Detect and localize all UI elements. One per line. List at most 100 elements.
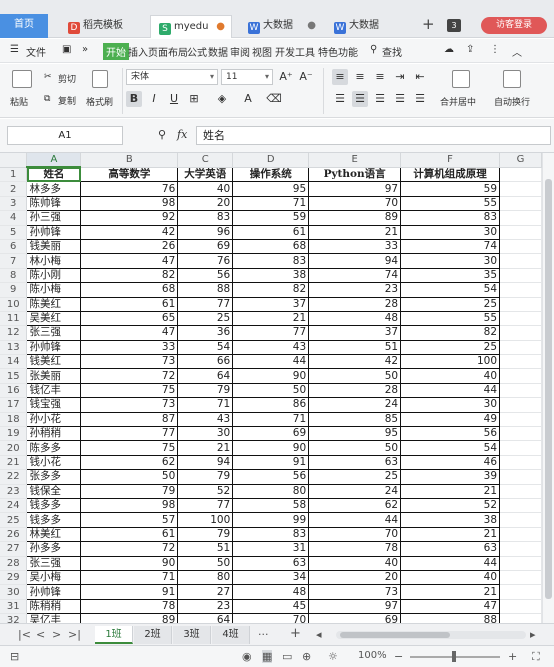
cell-score[interactable]: 78 bbox=[308, 541, 402, 557]
align-right-icon[interactable]: ☰ bbox=[372, 91, 388, 107]
cut-icon[interactable]: ✂ bbox=[44, 72, 52, 82]
cell-student-name[interactable]: 钱多多 bbox=[26, 497, 82, 514]
cell-score[interactable]: 52 bbox=[400, 497, 501, 514]
scroll-thumb[interactable] bbox=[340, 632, 450, 638]
italic-icon[interactable]: I bbox=[146, 91, 162, 107]
cell-score[interactable]: 54 bbox=[177, 339, 234, 356]
add-sheet-icon[interactable]: + bbox=[290, 626, 301, 641]
cell-header-os[interactable]: 操作系统 bbox=[232, 166, 310, 183]
cell-empty[interactable] bbox=[499, 527, 542, 543]
cell-student-name[interactable]: 陈多多 bbox=[26, 440, 82, 456]
zoom-slider-handle[interactable] bbox=[452, 651, 456, 662]
cell-score[interactable]: 55 bbox=[400, 195, 501, 212]
cell-header-math[interactable]: 高等数学 bbox=[80, 166, 179, 183]
cell-empty[interactable] bbox=[499, 570, 542, 586]
cell-score[interactable]: 31 bbox=[232, 541, 310, 557]
cell-score[interactable]: 30 bbox=[400, 253, 501, 269]
cell-score[interactable]: 90 bbox=[232, 440, 310, 456]
share-icon[interactable]: ⇪ bbox=[466, 44, 474, 55]
cell-score[interactable]: 92 bbox=[80, 210, 179, 226]
cell-score[interactable]: 79 bbox=[177, 469, 234, 485]
cell-score[interactable]: 82 bbox=[400, 325, 501, 341]
cell-score[interactable]: 76 bbox=[80, 181, 179, 197]
cell-score[interactable]: 21 bbox=[400, 483, 501, 499]
cell-empty[interactable] bbox=[499, 469, 542, 485]
row-header[interactable]: 8 bbox=[0, 268, 28, 284]
font-name-select[interactable]: 宋体 bbox=[126, 69, 218, 85]
cell-score[interactable]: 79 bbox=[177, 526, 234, 543]
cell-score[interactable]: 50 bbox=[308, 440, 402, 456]
cell-empty[interactable] bbox=[499, 383, 542, 399]
cell-score[interactable]: 100 bbox=[177, 512, 234, 528]
cell-score[interactable]: 40 bbox=[400, 368, 501, 384]
cell-score[interactable]: 83 bbox=[400, 210, 501, 226]
cell-empty[interactable] bbox=[499, 253, 542, 269]
zoom-level[interactable]: 100% bbox=[358, 650, 387, 661]
cell-student-name[interactable]: 陈帅锋 bbox=[26, 195, 82, 212]
cell-score[interactable]: 80 bbox=[232, 483, 310, 499]
cell-score[interactable]: 70 bbox=[308, 195, 402, 212]
cell-empty[interactable] bbox=[499, 225, 542, 240]
collapse-ribbon-icon[interactable]: ︿ bbox=[512, 44, 522, 59]
cell-score[interactable]: 25 bbox=[400, 339, 501, 356]
cell-score[interactable]: 43 bbox=[177, 411, 234, 428]
cell-score[interactable]: 82 bbox=[80, 267, 179, 284]
cell-student-name[interactable]: 陈稍稍 bbox=[26, 598, 82, 615]
cell-score[interactable]: 95 bbox=[308, 426, 402, 442]
cell-student-name[interactable]: 林美红 bbox=[26, 526, 82, 543]
cell-score[interactable]: 54 bbox=[400, 282, 501, 298]
justify-icon[interactable]: ☰ bbox=[392, 91, 408, 107]
menu-developer[interactable]: 开发工具 bbox=[275, 44, 315, 59]
guest-login-button[interactable]: 访客登录 bbox=[481, 17, 547, 34]
format-painter-button[interactable]: 格式刷 bbox=[86, 95, 113, 108]
row-header[interactable]: 15 bbox=[0, 368, 28, 384]
cell-score[interactable]: 59 bbox=[400, 181, 501, 197]
row-header[interactable]: 4 bbox=[0, 210, 28, 226]
outdent-icon[interactable]: ⇤ bbox=[412, 69, 428, 85]
cell-student-name[interactable]: 钱宝强 bbox=[26, 397, 82, 413]
cell-score[interactable]: 47 bbox=[400, 598, 501, 615]
cell-score[interactable]: 37 bbox=[232, 296, 310, 312]
cell-header-organization[interactable]: 计算机组成原理 bbox=[400, 166, 501, 183]
cell-empty[interactable] bbox=[499, 484, 542, 499]
cell-score[interactable]: 66 bbox=[177, 354, 234, 370]
row-header[interactable]: 19 bbox=[0, 426, 28, 442]
cell-student-name[interactable]: 钱多多 bbox=[26, 512, 82, 528]
menu-page-layout[interactable]: 页面布局 bbox=[148, 44, 188, 59]
menu-formula[interactable]: 公式 bbox=[187, 44, 207, 59]
cell-score[interactable]: 98 bbox=[80, 497, 179, 514]
cell-empty[interactable] bbox=[499, 599, 542, 615]
wrap-text-button[interactable]: 自动换行 bbox=[494, 95, 530, 108]
cell-score[interactable]: 50 bbox=[177, 555, 234, 571]
cell-score[interactable]: 39 bbox=[400, 469, 501, 485]
tab-count-badge[interactable]: 3 bbox=[447, 19, 461, 32]
cell-empty[interactable] bbox=[499, 196, 542, 212]
font-color-icon[interactable]: A bbox=[240, 91, 256, 107]
more-chevron-icon[interactable]: » bbox=[82, 44, 88, 55]
cell-score[interactable]: 25 bbox=[177, 310, 234, 327]
cell-empty[interactable] bbox=[499, 268, 542, 284]
cell-empty[interactable] bbox=[499, 167, 542, 183]
cell-score[interactable]: 72 bbox=[80, 541, 179, 557]
cell-score[interactable]: 71 bbox=[177, 397, 234, 413]
cell-student-name[interactable]: 钱保全 bbox=[26, 483, 82, 499]
cell-empty[interactable] bbox=[499, 584, 542, 600]
cell-score[interactable]: 79 bbox=[177, 382, 234, 399]
cell-score[interactable]: 65 bbox=[80, 310, 179, 327]
cell-score[interactable]: 74 bbox=[400, 238, 501, 255]
cell-score[interactable]: 50 bbox=[308, 368, 402, 384]
cell-header-english[interactable]: 大学英语 bbox=[177, 166, 234, 183]
paste-button[interactable]: 粘贴 bbox=[10, 95, 28, 108]
row-header[interactable]: 24 bbox=[0, 498, 28, 514]
cell-score[interactable]: 23 bbox=[308, 282, 402, 298]
cell-student-name[interactable]: 林多多 bbox=[26, 181, 82, 197]
sheet-tab-2[interactable]: 2班 bbox=[134, 626, 172, 644]
row-header[interactable]: 32 bbox=[0, 613, 28, 623]
menu-special[interactable]: 特色功能 bbox=[318, 44, 358, 59]
align-left-icon[interactable]: ☰ bbox=[332, 91, 348, 107]
cell-score[interactable]: 33 bbox=[80, 339, 179, 356]
cell-score[interactable]: 44 bbox=[232, 354, 310, 370]
cell-student-name[interactable]: 孙多多 bbox=[26, 541, 82, 557]
cell-score[interactable]: 56 bbox=[177, 267, 234, 284]
cell-score[interactable]: 96 bbox=[177, 224, 234, 240]
